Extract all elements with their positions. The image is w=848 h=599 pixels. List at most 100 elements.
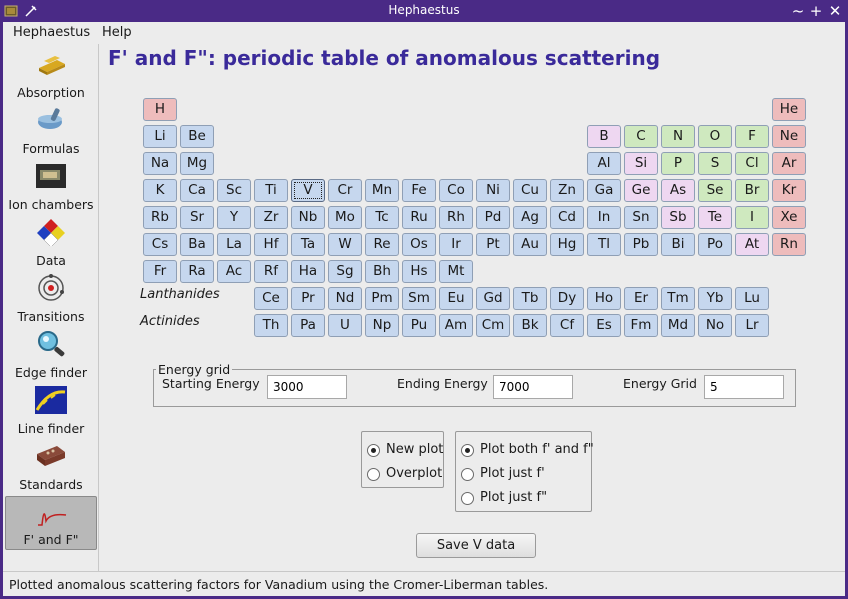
element-button-li[interactable]: Li	[143, 125, 177, 148]
element-button-ac[interactable]: Ac	[217, 260, 251, 283]
element-button-lr[interactable]: Lr	[735, 314, 769, 337]
element-button-bk[interactable]: Bk	[513, 314, 547, 337]
element-button-ca[interactable]: Ca	[180, 179, 214, 202]
element-button-rb[interactable]: Rb	[143, 206, 177, 229]
element-button-tc[interactable]: Tc	[365, 206, 399, 229]
element-button-al[interactable]: Al	[587, 152, 621, 175]
element-button-tb[interactable]: Tb	[513, 287, 547, 310]
element-button-ge[interactable]: Ge	[624, 179, 658, 202]
element-button-pr[interactable]: Pr	[291, 287, 325, 310]
element-button-ho[interactable]: Ho	[587, 287, 621, 310]
title-bar[interactable]: Hephaestus ~ + ✕	[0, 0, 848, 22]
element-button-ru[interactable]: Ru	[402, 206, 436, 229]
element-button-fe[interactable]: Fe	[402, 179, 436, 202]
sidebar-item-standards[interactable]: Standards	[5, 440, 97, 494]
element-button-zn[interactable]: Zn	[550, 179, 584, 202]
element-button-ra[interactable]: Ra	[180, 260, 214, 283]
element-button-pb[interactable]: Pb	[624, 233, 658, 256]
element-button-os[interactable]: Os	[402, 233, 436, 256]
element-button-mo[interactable]: Mo	[328, 206, 362, 229]
save-data-button[interactable]: Save V data	[416, 533, 536, 558]
element-button-tm[interactable]: Tm	[661, 287, 695, 310]
element-button-ar[interactable]: Ar	[772, 152, 806, 175]
element-button-u[interactable]: U	[328, 314, 362, 337]
menu-help[interactable]: Help	[102, 25, 132, 40]
element-button-rh[interactable]: Rh	[439, 206, 473, 229]
element-button-p[interactable]: P	[661, 152, 695, 175]
element-button-mt[interactable]: Mt	[439, 260, 473, 283]
element-button-he[interactable]: He	[772, 98, 806, 121]
element-button-as[interactable]: As	[661, 179, 695, 202]
element-button-pt[interactable]: Pt	[476, 233, 510, 256]
element-button-hg[interactable]: Hg	[550, 233, 584, 256]
element-button-au[interactable]: Au	[513, 233, 547, 256]
element-button-md[interactable]: Md	[661, 314, 695, 337]
element-button-ta[interactable]: Ta	[291, 233, 325, 256]
element-button-nd[interactable]: Nd	[328, 287, 362, 310]
element-button-sg[interactable]: Sg	[328, 260, 362, 283]
element-button-zr[interactable]: Zr	[254, 206, 288, 229]
element-button-na[interactable]: Na	[143, 152, 177, 175]
element-button-in[interactable]: In	[587, 206, 621, 229]
starting-energy-input[interactable]	[267, 375, 347, 399]
sidebar-item-line-finder[interactable]: Line finder	[5, 384, 97, 438]
element-button-sc[interactable]: Sc	[217, 179, 251, 202]
element-button-hs[interactable]: Hs	[402, 260, 436, 283]
element-button-er[interactable]: Er	[624, 287, 658, 310]
sidebar-item-ion-chambers[interactable]: Ion chambers	[5, 160, 97, 214]
element-button-pm[interactable]: Pm	[365, 287, 399, 310]
element-button-sb[interactable]: Sb	[661, 206, 695, 229]
element-button-si[interactable]: Si	[624, 152, 658, 175]
maximize-icon[interactable]: +	[808, 2, 824, 20]
element-button-ir[interactable]: Ir	[439, 233, 473, 256]
element-button-ha[interactable]: Ha	[291, 260, 325, 283]
element-button-n[interactable]: N	[661, 125, 695, 148]
element-button-hf[interactable]: Hf	[254, 233, 288, 256]
element-button-w[interactable]: W	[328, 233, 362, 256]
element-button-la[interactable]: La	[217, 233, 251, 256]
element-button-ga[interactable]: Ga	[587, 179, 621, 202]
element-button-y[interactable]: Y	[217, 206, 251, 229]
element-button-fr[interactable]: Fr	[143, 260, 177, 283]
sidebar-item-transitions[interactable]: Transitions	[5, 272, 97, 326]
element-button-pa[interactable]: Pa	[291, 314, 325, 337]
element-button-mg[interactable]: Mg	[180, 152, 214, 175]
element-button-b[interactable]: B	[587, 125, 621, 148]
element-button-mn[interactable]: Mn	[365, 179, 399, 202]
element-button-gd[interactable]: Gd	[476, 287, 510, 310]
element-button-th[interactable]: Th	[254, 314, 288, 337]
element-button-rf[interactable]: Rf	[254, 260, 288, 283]
element-button-se[interactable]: Se	[698, 179, 732, 202]
element-button-ne[interactable]: Ne	[772, 125, 806, 148]
element-button-bi[interactable]: Bi	[661, 233, 695, 256]
element-button-co[interactable]: Co	[439, 179, 473, 202]
element-button-h[interactable]: H	[143, 98, 177, 121]
element-button-cu[interactable]: Cu	[513, 179, 547, 202]
element-button-no[interactable]: No	[698, 314, 732, 337]
element-button-pd[interactable]: Pd	[476, 206, 510, 229]
close-icon[interactable]: ✕	[827, 2, 843, 20]
element-button-lu[interactable]: Lu	[735, 287, 769, 310]
element-button-o[interactable]: O	[698, 125, 732, 148]
element-button-kr[interactable]: Kr	[772, 179, 806, 202]
element-button-v[interactable]: V	[291, 179, 325, 202]
element-button-cr[interactable]: Cr	[328, 179, 362, 202]
element-button-at[interactable]: At	[735, 233, 769, 256]
menu-hephaestus[interactable]: Hephaestus	[13, 25, 90, 40]
element-button-cl[interactable]: Cl	[735, 152, 769, 175]
sidebar-item-formulas[interactable]: Formulas	[5, 104, 97, 158]
sidebar-item-data[interactable]: Data	[5, 216, 97, 270]
element-button-xe[interactable]: Xe	[772, 206, 806, 229]
element-button-np[interactable]: Np	[365, 314, 399, 337]
element-button-dy[interactable]: Dy	[550, 287, 584, 310]
element-button-re[interactable]: Re	[365, 233, 399, 256]
element-button-sm[interactable]: Sm	[402, 287, 436, 310]
minimize-icon[interactable]: ~	[790, 2, 806, 20]
element-button-te[interactable]: Te	[698, 206, 732, 229]
element-button-fm[interactable]: Fm	[624, 314, 658, 337]
element-button-br[interactable]: Br	[735, 179, 769, 202]
element-button-pu[interactable]: Pu	[402, 314, 436, 337]
sidebar-item-f-prime[interactable]: F' and F"	[5, 496, 97, 550]
element-button-cs[interactable]: Cs	[143, 233, 177, 256]
element-button-cm[interactable]: Cm	[476, 314, 510, 337]
